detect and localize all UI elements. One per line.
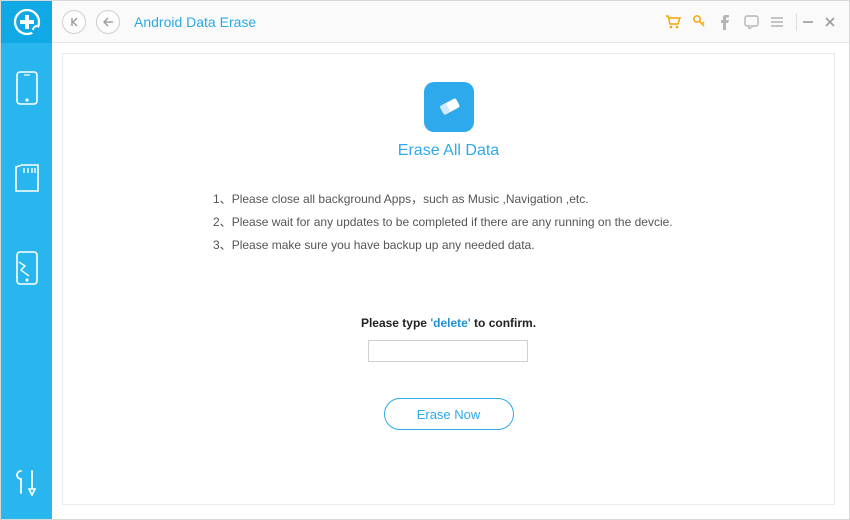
instruction-index: 1、 (213, 192, 232, 206)
confirm-prefix: Please type (361, 316, 430, 330)
menu-icon (770, 16, 784, 28)
app-logo (1, 1, 52, 43)
left-rail (1, 1, 52, 519)
instruction-text: Please make sure you have backup up any … (232, 238, 535, 252)
cart-icon (665, 14, 681, 29)
content-card: Erase All Data 1、Please close all backgr… (62, 53, 835, 505)
broken-phone-icon (15, 250, 39, 286)
confirm-prompt: Please type 'delete' to confirm. (361, 316, 536, 330)
nav-back-button[interactable] (96, 10, 120, 34)
confirm-block: Please type 'delete' to confirm. (361, 316, 536, 362)
instruction-item: 3、Please make sure you have backup up an… (213, 234, 673, 257)
rail-tools[interactable] (1, 445, 52, 519)
facebook-icon (720, 14, 730, 30)
feedback-icon (744, 15, 759, 29)
key-button[interactable] (686, 9, 712, 35)
instruction-item: 1、Please close all background Apps，such … (213, 188, 673, 211)
page-title: Android Data Erase (134, 14, 256, 30)
rail-phone[interactable] (1, 43, 52, 133)
right-pane: Android Data Erase (52, 1, 849, 519)
cart-button[interactable] (660, 9, 686, 35)
instruction-index: 2、 (213, 215, 232, 229)
titlebar: Android Data Erase (52, 1, 849, 43)
nav-home-icon (69, 17, 79, 27)
tools-icon (14, 468, 40, 496)
confirm-input[interactable] (368, 340, 528, 362)
sd-card-icon (14, 163, 40, 193)
rail-broken-phone[interactable] (1, 223, 52, 313)
confirm-keyword: 'delete' (430, 316, 470, 330)
plus-medical-icon (13, 8, 41, 36)
menu-button[interactable] (764, 9, 790, 35)
nav-home-button[interactable] (62, 10, 86, 34)
nav-back-icon (102, 17, 114, 27)
facebook-button[interactable] (712, 9, 738, 35)
main-heading: Erase All Data (398, 142, 499, 160)
instruction-text: Please close all background Apps，such as… (232, 192, 589, 206)
instruction-list: 1、Please close all background Apps，such … (63, 188, 673, 256)
instruction-text: Please wait for any updates to be comple… (232, 215, 673, 229)
minimize-button[interactable] (797, 9, 819, 35)
phone-icon (16, 71, 38, 105)
confirm-suffix: to confirm. (474, 316, 536, 330)
close-button[interactable] (819, 9, 841, 35)
eraser-icon (434, 92, 464, 122)
eraser-tile (424, 82, 474, 132)
instruction-item: 2、Please wait for any updates to be comp… (213, 211, 673, 234)
close-icon (824, 16, 836, 28)
key-icon (692, 14, 706, 29)
feedback-button[interactable] (738, 9, 764, 35)
rail-sd-card[interactable] (1, 133, 52, 223)
instruction-index: 3、 (213, 238, 232, 252)
erase-now-button[interactable]: Erase Now (384, 398, 514, 430)
app-window: Android Data Erase (0, 0, 850, 520)
minimize-icon (802, 16, 814, 28)
